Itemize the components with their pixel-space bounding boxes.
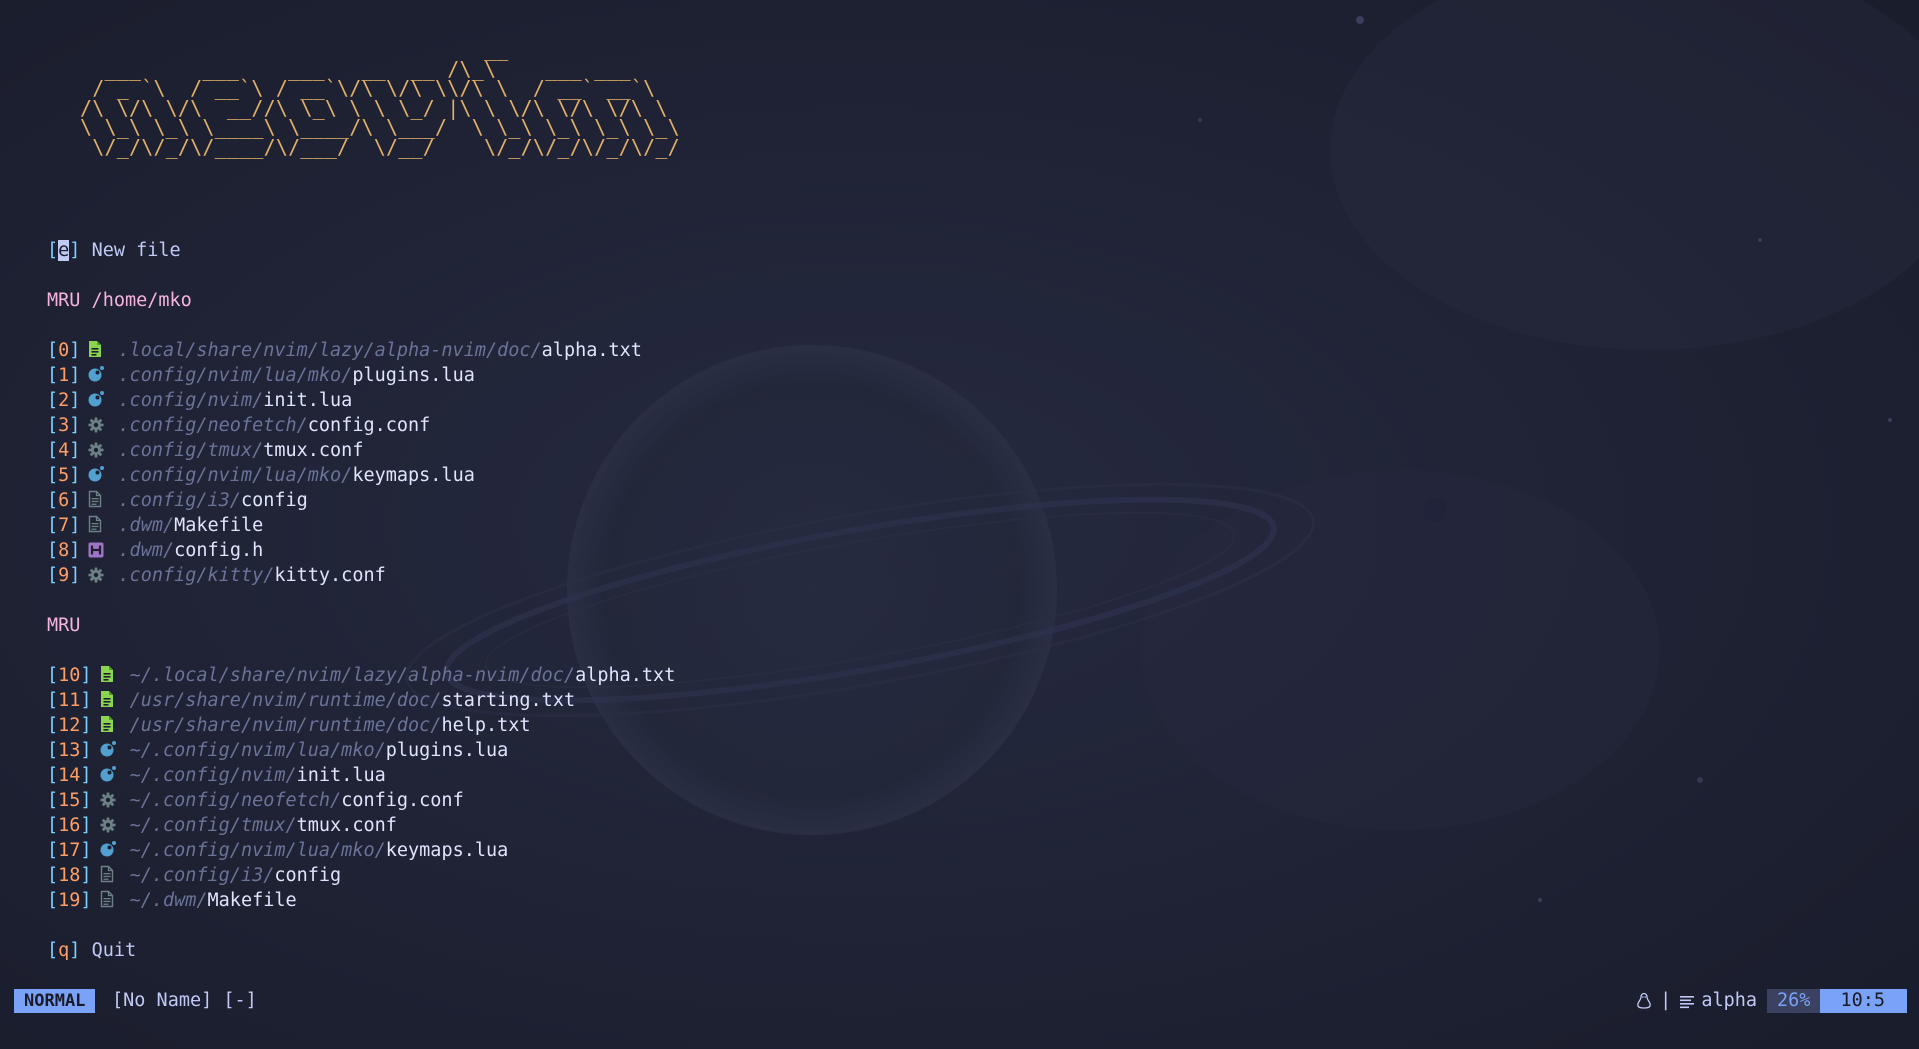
mru-item-0[interactable]: [0] .local/share/nvim/lazy/alpha-nvim/doc… [47, 338, 642, 363]
mru-item-17[interactable]: [17] ~/.config/nvim/lua/mko/keymaps.lua [47, 838, 508, 863]
gear-icon [100, 790, 116, 810]
document-icon [100, 865, 116, 885]
new-file-button[interactable]: [e] New file [47, 238, 181, 263]
lines-icon [1679, 993, 1695, 1009]
lua-icon [88, 390, 105, 410]
quit-key: q [58, 940, 70, 961]
mru-item-13[interactable]: [13] ~/.config/nvim/lua/mko/plugins.lua [47, 738, 508, 763]
filetype-label: alpha [1701, 990, 1758, 1011]
gear-icon [88, 440, 104, 460]
lua-icon [88, 465, 105, 485]
mru-item-12[interactable]: [12]/usr/share/nvim/runtime/doc/help.txt [47, 713, 531, 738]
quit-button[interactable]: [q] Quit [47, 938, 136, 963]
mru-item-3[interactable]: [3] .config/neofetch/config.conf [47, 413, 430, 438]
statusline: NORMAL [No Name] [-] | alpha 26% 10:5 [0, 988, 1919, 1014]
text-file-icon [100, 665, 116, 685]
mru-item-14[interactable]: [14] ~/.config/nvim/init.lua [47, 763, 386, 788]
neovim-ascii-logo: __ ___ ___ ___ __ __ /\_\ ___ ___ / _ `\… [80, 37, 680, 159]
lua-icon [100, 765, 116, 785]
statusline-right: | alpha 26% 10:5 [1636, 989, 1907, 1013]
gear-icon [88, 415, 104, 435]
mru-item-10[interactable]: [10] ~/.local/share/nvim/lazy/alpha-nvim/… [47, 663, 675, 688]
header-file-icon [88, 540, 104, 560]
buffer-name: [No Name] [-] [112, 990, 257, 1011]
lua-icon [100, 740, 116, 760]
linux-tux-icon [1636, 992, 1652, 1010]
document-icon [100, 890, 116, 910]
text-file-icon [88, 340, 104, 360]
new-file-key: e [58, 240, 70, 261]
mru-item-6[interactable]: [6] .config/i3/config [47, 488, 308, 513]
mru-item-2[interactable]: [2] .config/nvim/init.lua [47, 388, 352, 413]
mru-item-9[interactable]: [9] .config/kitty/kitty.conf [47, 563, 386, 588]
mru-item-15[interactable]: [15] ~/.config/neofetch/config.conf [47, 788, 464, 813]
text-file-icon [100, 690, 116, 710]
lua-icon [100, 840, 116, 860]
cursor-position: 10:5 [1820, 989, 1907, 1013]
mru-local-header: MRU /home/mko [47, 290, 192, 311]
scroll-percent: 26% [1767, 989, 1821, 1013]
mru-item-19[interactable]: [19] ~/.dwm/Makefile [47, 888, 297, 913]
document-icon [88, 490, 104, 510]
new-file-label: New file [91, 240, 181, 261]
text-file-icon [100, 715, 116, 735]
statusline-separator: | [1660, 990, 1672, 1011]
gear-icon [100, 815, 116, 835]
mode-indicator: NORMAL [14, 989, 96, 1013]
mru-item-11[interactable]: [11]/usr/share/nvim/runtime/doc/starting… [47, 688, 575, 713]
lua-icon [88, 365, 105, 385]
mru-item-18[interactable]: [18] ~/.config/i3/config [47, 863, 341, 888]
document-icon [88, 515, 104, 535]
mru-item-7[interactable]: [7] .dwm/Makefile [47, 513, 263, 538]
quit-label: Quit [91, 940, 137, 961]
gear-icon [88, 565, 104, 585]
mru-item-1[interactable]: [1] .config/nvim/lua/mko/plugins.lua [47, 363, 475, 388]
alpha-dashboard: __ ___ ___ ___ __ __ /\_\ ___ ___ / _ `\… [0, 0, 1919, 1049]
mru-item-4[interactable]: [4] .config/tmux/tmux.conf [47, 438, 363, 463]
mru-item-8[interactable]: [8] .dwm/config.h [47, 538, 263, 563]
mru-item-5[interactable]: [5] .config/nvim/lua/mko/keymaps.lua [47, 463, 475, 488]
mru-global-header: MRU [47, 615, 81, 636]
mru-item-16[interactable]: [16] ~/.config/tmux/tmux.conf [47, 813, 397, 838]
